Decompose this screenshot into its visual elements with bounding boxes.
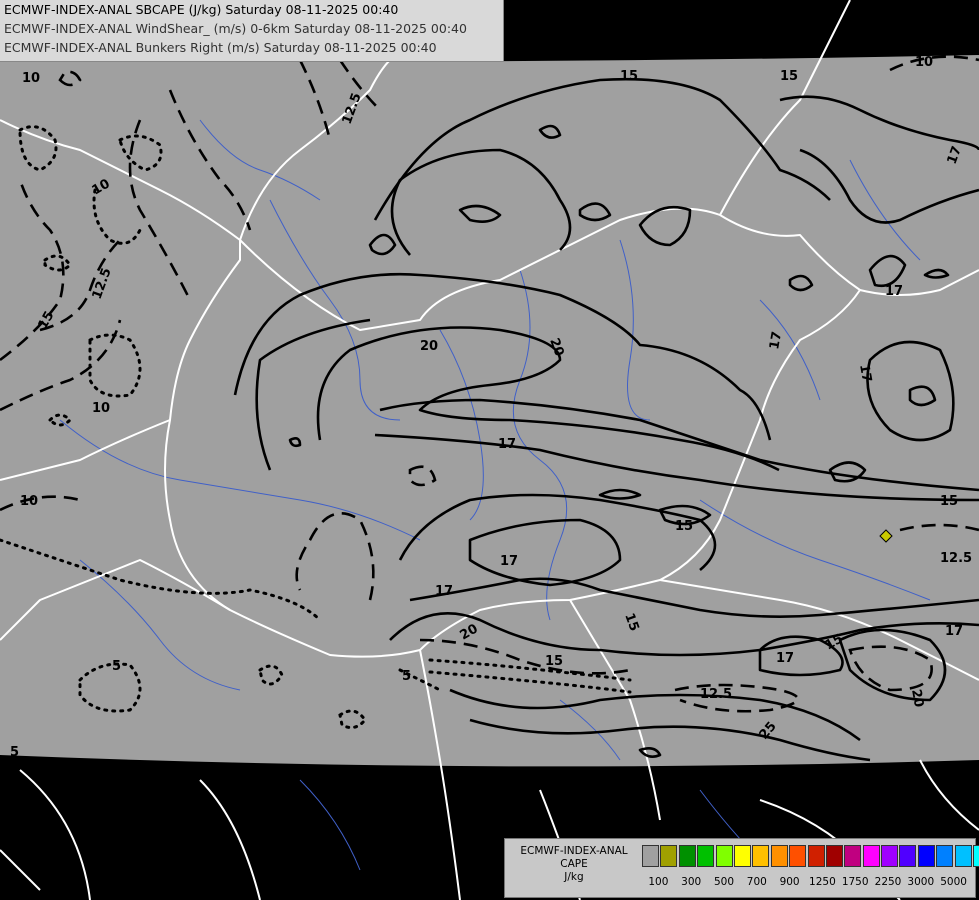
legend-swatch xyxy=(844,845,862,867)
title-sbcape: ECMWF-INDEX-ANAL SBCAPE (J/kg) Saturday … xyxy=(4,2,399,17)
contour-label: 20 xyxy=(908,688,926,708)
contour-label: 17 xyxy=(498,437,516,452)
weather-map: 10 12.5 15 15 10 10 12.5 15 10 10 20 20 … xyxy=(0,0,979,900)
legend-swatch xyxy=(733,845,751,867)
contour-label: 10 xyxy=(22,71,40,86)
contour-label: 10 xyxy=(92,401,110,416)
contour-label: 15 xyxy=(940,494,958,509)
contour-label: 12.5 xyxy=(700,687,732,702)
legend-tick-label: 300 xyxy=(681,876,702,888)
legend-swatch xyxy=(899,845,917,867)
contour-label: 5 xyxy=(112,659,121,674)
legend-swatch xyxy=(825,845,843,867)
map-title-box: ECMWF-INDEX-ANAL SBCAPE (J/kg) Saturday … xyxy=(0,0,504,62)
contour-label: 20 xyxy=(420,339,438,354)
legend-swatch xyxy=(660,845,678,867)
legend-swatch xyxy=(917,845,935,867)
legend-tick-label: 3000 xyxy=(907,876,935,888)
contour-label: 17 xyxy=(435,584,453,599)
contour-label: 5 xyxy=(402,669,411,684)
title-bunkers: ECMWF-INDEX-ANAL Bunkers Right (m/s) Sat… xyxy=(4,40,437,55)
legend-swatch xyxy=(752,845,770,867)
cape-legend: ECMWF-INDEX-ANAL CAPE J/kg 100 300 500 700 9… xyxy=(504,838,979,898)
contour-label: 17 xyxy=(945,624,963,639)
legend-tick-label: 700 xyxy=(746,876,767,888)
contour-label: 10 xyxy=(20,494,38,509)
contour-label: 17 xyxy=(856,363,874,383)
legend-source: ECMWF-INDEX-ANAL xyxy=(520,845,628,857)
contour-label: 15 xyxy=(620,69,638,84)
contour-label: 15 xyxy=(675,519,693,534)
legend-unit: J/kg xyxy=(564,871,584,883)
legend-swatch xyxy=(936,845,954,867)
legend-tick-label: 900 xyxy=(779,876,800,888)
legend-swatch xyxy=(789,845,807,867)
legend-tick-label: 1750 xyxy=(841,876,869,888)
legend-variable: CAPE xyxy=(560,858,588,870)
contour-label: 17 xyxy=(885,284,903,299)
legend-label: ECMWF-INDEX-ANAL CAPE J/kg xyxy=(509,845,639,884)
legend-swatch xyxy=(642,845,659,867)
contour-label: 17 xyxy=(776,651,794,666)
contour-label: 17 xyxy=(767,330,785,350)
legend-tick-label: 100 xyxy=(648,876,669,888)
contour-label: 12.5 xyxy=(940,551,972,566)
legend-swatch xyxy=(807,845,825,867)
title-windshear: ECMWF-INDEX-ANAL WindShear_ (m/s) 0-6km … xyxy=(4,21,467,36)
legend-swatch xyxy=(697,845,715,867)
contour-label: 17 xyxy=(500,554,518,569)
model-domain-area xyxy=(0,55,979,767)
contour-label: 15 xyxy=(545,654,563,669)
contour-label: 15 xyxy=(780,69,798,84)
legend-tick-label: 1250 xyxy=(809,876,836,888)
legend-tick-label: 2250 xyxy=(874,876,902,888)
legend-tick-label: 5000 xyxy=(940,876,967,888)
legend-swatch xyxy=(881,845,899,867)
contour-label: 5 xyxy=(10,745,19,760)
legend-tick-label: 500 xyxy=(713,876,735,888)
legend-swatch xyxy=(862,845,880,867)
contour-label: 10 xyxy=(915,55,933,70)
legend-swatch xyxy=(678,845,696,867)
legend-swatch xyxy=(770,845,788,867)
legend-swatches xyxy=(642,845,979,867)
legend-swatch xyxy=(973,845,979,867)
legend-swatch xyxy=(715,845,733,867)
legend-swatch xyxy=(954,845,972,867)
